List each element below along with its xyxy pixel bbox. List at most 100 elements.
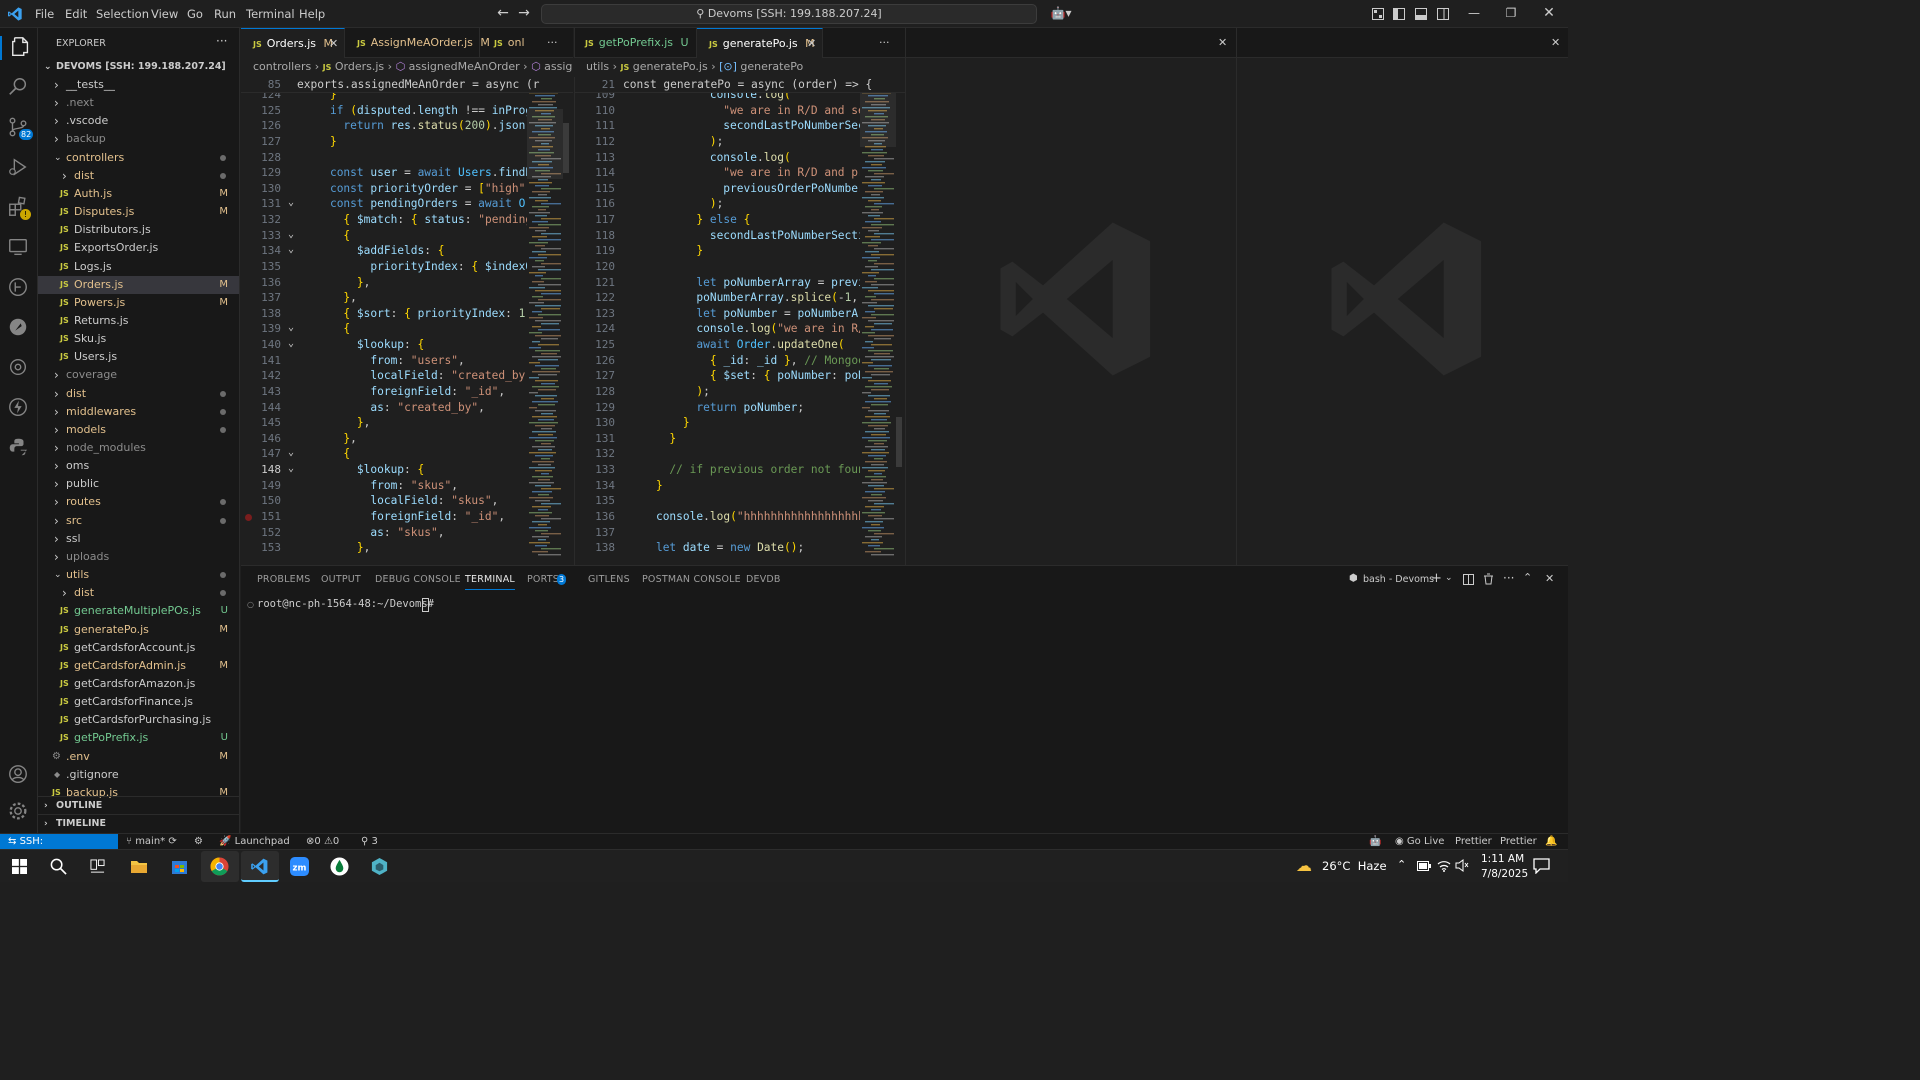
fold-chevron-icon[interactable]: ⌄ — [288, 197, 294, 208]
notification-center-icon[interactable] — [1533, 858, 1550, 874]
command-center[interactable]: ⚲ Devoms [SSH: 199.188.207.24] — [541, 4, 1037, 24]
split-terminal-icon[interactable] — [1463, 574, 1474, 585]
close-icon[interactable]: ✕ — [329, 29, 338, 59]
clock-time[interactable]: 1:11 AM — [1481, 853, 1524, 865]
sticky-scroll-header[interactable]: 85 exports.assignedMeAnOrder = async (r — [241, 77, 573, 93]
postman-icon[interactable] — [7, 316, 31, 340]
launchpad-indicator[interactable]: 🚀 Launchpad — [219, 834, 290, 849]
timeline-section[interactable]: › TIMELINE — [38, 814, 239, 832]
tab-orders[interactable]: JS Orders.js M ✕ — [241, 28, 345, 58]
copilot-status-icon[interactable]: 🤖 — [1369, 834, 1381, 849]
new-terminal-icon[interactable]: + — [1431, 571, 1442, 586]
trash-icon[interactable] — [1483, 573, 1494, 585]
tree-folder-src[interactable]: › src — [38, 512, 239, 530]
timeline-icon[interactable] — [7, 276, 31, 300]
breakpoint-hint-icon[interactable] — [245, 514, 252, 521]
toggle-secondary-sidebar-icon[interactable] — [1437, 8, 1449, 20]
zoom-icon[interactable]: zm — [290, 857, 309, 876]
fold-chevron-icon[interactable]: ⌄ — [288, 322, 294, 333]
back-arrow-icon[interactable]: ← — [496, 6, 510, 20]
menu-go[interactable]: Go — [187, 7, 203, 21]
breadcrumb-item[interactable]: generatePo — [740, 60, 803, 73]
fold-chevron-icon[interactable]: ⌄ — [288, 338, 294, 349]
more-actions-icon[interactable]: ··· — [879, 36, 890, 49]
tab-devdb[interactable]: DEVDB — [746, 574, 781, 585]
breadcrumb-item[interactable]: assigned — [544, 60, 573, 73]
tree-folder-public[interactable]: › public — [38, 475, 239, 493]
close-panel-icon[interactable]: ✕ — [1545, 572, 1554, 585]
tree-folder-ssl[interactable]: › ssl — [38, 530, 239, 548]
tab-output[interactable]: OUTPUT — [321, 574, 361, 585]
tree-file-generatemultiplepos-js[interactable]: JS generateMultiplePOs.js U — [38, 602, 239, 620]
tree-folder-tests[interactable]: › __tests__ — [38, 76, 239, 94]
right-editor[interactable]: 21 const generatePo = async (order) => {1… — [574, 77, 905, 565]
battery-icon[interactable] — [1417, 861, 1431, 871]
close-window-icon[interactable]: ✕ — [1542, 6, 1556, 20]
windows-start-icon[interactable] — [12, 859, 27, 874]
toggle-panel-icon[interactable] — [1415, 8, 1427, 20]
chrome-icon[interactable] — [210, 857, 229, 876]
breadcrumb-item[interactable]: generatePo.js — [633, 60, 708, 73]
tree-file-distributors-js[interactable]: JS Distributors.js — [38, 221, 239, 239]
tree-folder-models[interactable]: › models — [38, 421, 239, 439]
tree-folder-utils[interactable]: ⌄ utils — [38, 566, 239, 584]
tree-folder-middlewares[interactable]: › middlewares — [38, 403, 239, 421]
tree-file-getcardsforaccount-js[interactable]: JS getCardsforAccount.js — [38, 639, 239, 657]
tab-generatepo[interactable]: JS generatePo.js M ✕ — [697, 28, 823, 58]
vscode-taskbar-icon[interactable] — [250, 857, 269, 876]
fold-chevron-icon[interactable]: ⌄ — [288, 229, 294, 240]
tree-folder-uploads[interactable]: › uploads — [38, 548, 239, 566]
tree-folder-next[interactable]: › .next — [38, 94, 239, 112]
task-view-icon[interactable] — [90, 859, 105, 874]
accounts-icon[interactable] — [7, 763, 31, 787]
weather-label[interactable]: 26°C Haze — [1322, 859, 1387, 873]
menu-view[interactable]: View — [151, 7, 178, 21]
tree-folder-node-modules[interactable]: › node_modules — [38, 439, 239, 457]
forward-arrow-icon[interactable]: → — [517, 6, 531, 20]
breadcrumb-item[interactable]: assignedMeAnOrder — [409, 60, 520, 73]
tree-file-disputes-js[interactable]: JS Disputes.js M — [38, 203, 239, 221]
tree-file-getcardsforadmin-js[interactable]: JS getCardsforAdmin.js M — [38, 657, 239, 675]
remote-explorer-icon[interactable] — [7, 236, 31, 260]
tab-getpoprefix[interactable]: JS getPoPrefix.js U — [575, 28, 697, 58]
scrollbar-thumb[interactable] — [896, 417, 902, 467]
tree-file-powers-js[interactable]: JS Powers.js M — [38, 294, 239, 312]
tree-folder-backup[interactable]: › backup — [38, 130, 239, 148]
breadcrumb-item[interactable]: utils — [586, 60, 609, 73]
tab-gitlens[interactable]: GITLENS — [588, 574, 630, 585]
workspace-header[interactable]: ⌄ DEVOMS [SSH: 199.188.207.24] — [38, 58, 239, 76]
tree-folder-vscode[interactable]: › .vscode — [38, 112, 239, 130]
menu-edit[interactable]: Edit — [65, 7, 87, 21]
tree-file-returns-js[interactable]: JS Returns.js — [38, 312, 239, 330]
customize-layout-icon[interactable] — [1372, 8, 1384, 20]
tree-folder-controllers[interactable]: ⌄ controllers — [38, 149, 239, 167]
gitlens-icon[interactable] — [7, 356, 31, 380]
clock-date[interactable]: 7/8/2025 — [1481, 868, 1528, 880]
tab-problems[interactable]: PROBLEMS — [257, 574, 310, 585]
go-live-indicator[interactable]: ◉ Go Live — [1395, 834, 1444, 849]
ports-indicator[interactable]: ⚲ 3 — [361, 834, 378, 849]
close-icon[interactable]: ✕ — [807, 29, 816, 59]
left-editor[interactable]: 85 exports.assignedMeAnOrder = async (r 12… — [241, 77, 573, 565]
tree-file-logs-js[interactable]: JS Logs.js — [38, 258, 239, 276]
microsoft-store-icon[interactable] — [171, 857, 188, 875]
volume-muted-icon[interactable] — [1455, 859, 1469, 872]
tree-file-generatepo-js[interactable]: JS generatePo.js M — [38, 621, 239, 639]
fold-chevron-icon[interactable]: ⌄ — [288, 447, 294, 458]
tree-folder-oms[interactable]: › oms — [38, 457, 239, 475]
taskbar-search-icon[interactable] — [50, 858, 67, 875]
terminal-prompt[interactable]: root@nc-ph-1564-48:~/Devoms# — [257, 598, 434, 610]
tree-file-auth-js[interactable]: JS Auth.js M — [38, 185, 239, 203]
show-hidden-icons-icon[interactable]: ⌃ — [1397, 858, 1406, 871]
fold-chevron-icon[interactable]: ⌄ — [288, 463, 294, 474]
close-group-icon[interactable]: ✕ — [1551, 36, 1560, 49]
wifi-icon[interactable] — [1437, 859, 1451, 872]
close-group-icon[interactable]: ✕ — [1218, 36, 1227, 49]
lightning-icon[interactable] — [7, 396, 31, 420]
python-icon[interactable] — [7, 436, 31, 460]
more-actions-icon[interactable]: ··· — [216, 34, 227, 48]
account-sync-icon[interactable]: ⚙ — [194, 834, 203, 849]
tree-file-getcardsforamazon-js[interactable]: JS getCardsforAmazon.js — [38, 675, 239, 693]
app-drop-icon[interactable] — [330, 857, 349, 876]
tree-file-exportsorder-js[interactable]: JS ExportsOrder.js — [38, 239, 239, 257]
